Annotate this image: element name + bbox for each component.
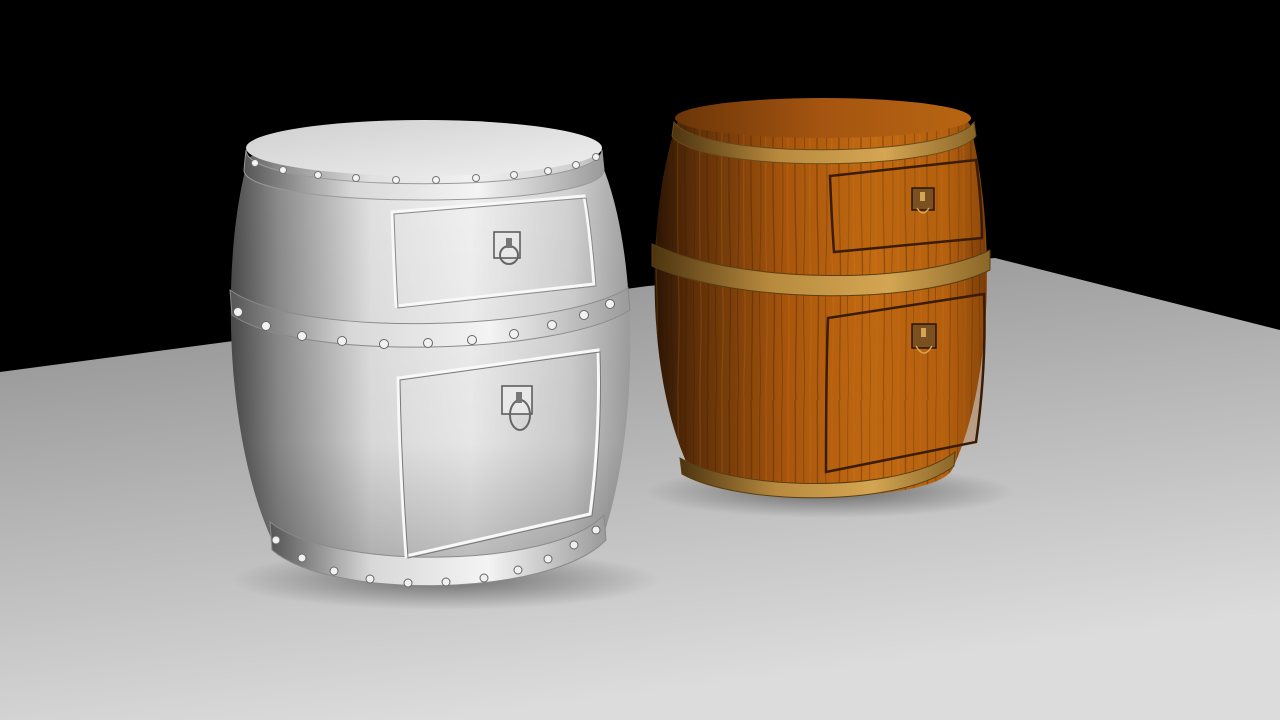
wood-lower-drawer: [824, 292, 986, 474]
wood-barrel-lid: [675, 98, 971, 138]
barrel-textured: [651, 98, 991, 499]
wood-upper-drawer-handle-icon: [911, 187, 935, 214]
render-viewport: [0, 0, 1280, 720]
wood-upper-drawer: [828, 158, 984, 254]
barrel-untextured: [229, 120, 631, 588]
wood-lower-drawer-handle-icon: [911, 323, 937, 354]
